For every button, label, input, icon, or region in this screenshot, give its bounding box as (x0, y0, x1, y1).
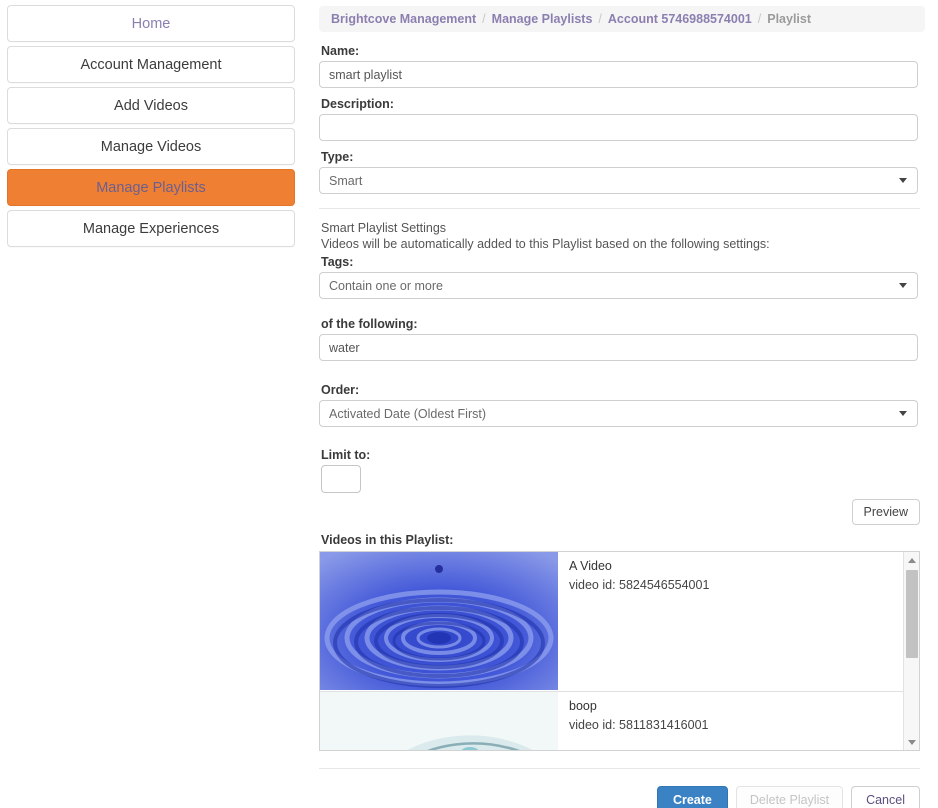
order-label: Order: (321, 383, 925, 397)
sidebar-item-label: Manage Experiences (83, 221, 219, 237)
settings-divider (319, 208, 920, 209)
sidebar-item-label: Home (132, 16, 171, 32)
description-label: Description: (321, 97, 925, 111)
footer-divider (319, 768, 920, 769)
scroll-up-icon[interactable] (904, 552, 920, 568)
breadcrumb-item-account[interactable]: Account 5746988574001 (608, 12, 752, 26)
chevron-down-icon (899, 178, 907, 183)
sidebar-item-label: Manage Videos (101, 139, 202, 155)
breadcrumb-separator: / (758, 12, 761, 26)
main-content: Brightcove Management / Manage Playlists… (302, 0, 938, 808)
video-meta: A Video video id: 5824546554001 (558, 552, 709, 691)
breadcrumb: Brightcove Management / Manage Playlists… (319, 6, 925, 32)
sidebar-item-label: Add Videos (114, 98, 188, 114)
video-row[interactable]: boop video id: 5811831416001 (320, 692, 903, 750)
preview-button[interactable]: Preview (852, 499, 920, 525)
tags-input-value: water (329, 341, 360, 355)
breadcrumb-item-playlist: Playlist (767, 12, 811, 26)
video-meta: boop video id: 5811831416001 (558, 692, 708, 750)
sidebar-item-manage-playlists[interactable]: Manage Playlists (7, 169, 295, 206)
limit-label: Limit to: (321, 448, 925, 462)
order-select-value: Activated Date (Oldest First) (329, 407, 486, 421)
type-select[interactable]: Smart (319, 167, 918, 194)
videos-section-label: Videos in this Playlist: (321, 533, 925, 547)
sidebar-item-home[interactable]: Home (7, 5, 295, 42)
type-select-value: Smart (329, 174, 362, 188)
videos-list: A Video video id: 5824546554001 (319, 551, 920, 751)
scrollbar-track[interactable] (904, 568, 920, 734)
sidebar-item-add-videos[interactable]: Add Videos (7, 87, 295, 124)
smart-settings-subtitle: Videos will be automatically added to th… (321, 237, 925, 251)
video-id: video id: 5824546554001 (569, 578, 709, 592)
video-title: boop (569, 699, 708, 713)
cancel-button[interactable]: Cancel (851, 786, 920, 808)
create-button[interactable]: Create (657, 786, 728, 808)
limit-input[interactable] (321, 465, 361, 493)
name-input-value: smart playlist (329, 68, 402, 82)
tags-condition-select[interactable]: Contain one or more (319, 272, 918, 299)
sidebar-item-account-management[interactable]: Account Management (7, 46, 295, 83)
sidebar-item-label: Manage Playlists (96, 180, 206, 196)
breadcrumb-separator: / (482, 12, 485, 26)
name-label: Name: (321, 44, 925, 58)
sidebar-item-manage-experiences[interactable]: Manage Experiences (7, 210, 295, 247)
preview-row: Preview (319, 499, 920, 525)
water-ripple-thumbnail-icon (320, 552, 558, 690)
chevron-down-icon (899, 411, 907, 416)
chevron-down-icon (899, 283, 907, 288)
playlist-form: Name: smart playlist Description: Type: … (305, 44, 925, 751)
scrollbar-thumb[interactable] (906, 570, 918, 658)
video-id: video id: 5811831416001 (569, 718, 708, 732)
video-row[interactable]: A Video video id: 5824546554001 (320, 552, 903, 692)
breadcrumb-separator: / (598, 12, 601, 26)
playlist-editor-page: Home Account Management Add Videos Manag… (0, 0, 938, 808)
water-splash-thumbnail-icon (320, 692, 558, 750)
smart-settings-title: Smart Playlist Settings (321, 221, 925, 235)
footer-actions: Create Delete Playlist Cancel (319, 786, 920, 808)
tags-input[interactable]: water (319, 334, 918, 361)
breadcrumb-item-manage-playlists[interactable]: Manage Playlists (492, 12, 593, 26)
of-the-following-label: of the following: (321, 317, 925, 331)
videos-list-rows: A Video video id: 5824546554001 (320, 552, 903, 750)
scroll-down-icon[interactable] (904, 734, 920, 750)
sidebar-nav: Home Account Management Add Videos Manag… (0, 0, 302, 808)
tags-label: Tags: (321, 255, 925, 269)
sidebar-item-manage-videos[interactable]: Manage Videos (7, 128, 295, 165)
type-label: Type: (321, 150, 925, 164)
breadcrumb-item-brightcove-management[interactable]: Brightcove Management (331, 12, 476, 26)
video-title: A Video (569, 559, 709, 573)
order-select[interactable]: Activated Date (Oldest First) (319, 400, 918, 427)
sidebar-item-label: Account Management (80, 57, 221, 73)
delete-playlist-button: Delete Playlist (736, 786, 843, 808)
tags-condition-value: Contain one or more (329, 279, 443, 293)
description-input[interactable] (319, 114, 918, 141)
videos-list-scrollbar[interactable] (903, 552, 919, 750)
name-input[interactable]: smart playlist (319, 61, 918, 88)
